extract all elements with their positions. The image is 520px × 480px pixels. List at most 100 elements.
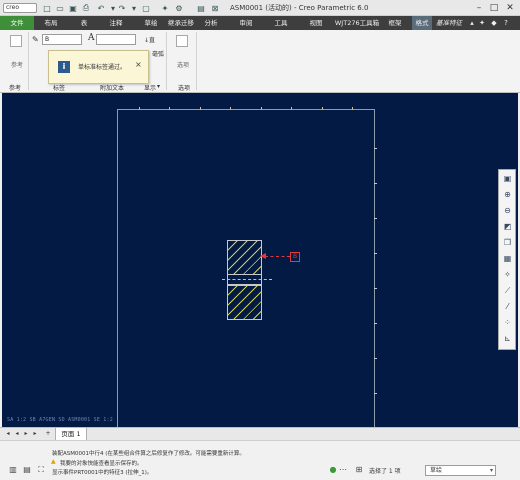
additional-text-input[interactable]	[96, 34, 136, 45]
save-icon[interactable]: ▣	[68, 3, 78, 13]
view-manager-icon[interactable]: ▦	[502, 253, 513, 264]
undo-icon[interactable]: ↶	[96, 3, 106, 13]
sheet-tick	[374, 358, 377, 359]
sheet-tick	[374, 323, 377, 324]
tab-review[interactable]: 审阅	[235, 16, 257, 30]
next-sheet-icon[interactable]: ▸	[22, 429, 30, 439]
tab-view[interactable]: 视图	[305, 16, 327, 30]
tab-file[interactable]: 文件	[0, 16, 34, 30]
reference-group-label: 参考	[9, 85, 22, 92]
graphics-canvas[interactable]: B SA 1:2 SB A7GEN SD ASM0001 SE 1:2	[2, 93, 518, 427]
tooltip-message: 单标准标签通过。	[78, 64, 127, 71]
options-button-label[interactable]: 选项	[177, 60, 189, 69]
redo-icon[interactable]: ↷	[117, 3, 127, 13]
tab-layout[interactable]: 布局	[40, 16, 62, 30]
toggle-navigator-icon[interactable]: ▥	[8, 465, 18, 475]
graphics-toolbar: ▣ ⊕ ⊖ ◩ ❒ ▦ ✧ ⟋ ⁄ ⁘ ⊾	[498, 169, 516, 350]
tab-wjt-toolbox[interactable]: WJT276工具箱	[333, 16, 381, 30]
sheet-tick	[374, 148, 377, 149]
angle-unit: 毫弧	[152, 51, 165, 58]
close-window-icon[interactable]: ⊠	[210, 3, 220, 13]
selection-icon[interactable]: ⊞	[354, 465, 364, 475]
sheet-tick	[374, 253, 377, 254]
display-dropdown-icon[interactable]: ▾	[157, 83, 160, 90]
ribbon-tab-bar: 文件 布局 表 注释 草绘 继承迁移 分析 审阅 工具 视图 WJT276工具箱…	[0, 16, 520, 30]
display-style-icon[interactable]: ❒	[502, 237, 513, 248]
chevron-down-icon: ▾	[489, 467, 493, 474]
open-file-icon[interactable]: ▭	[55, 3, 65, 13]
tab-legacy-migration[interactable]: 继承迁移	[165, 16, 197, 30]
help-icon[interactable]: ?	[502, 19, 510, 27]
warning-icon: ▲	[51, 458, 56, 465]
repaint-icon[interactable]: ◩	[502, 221, 513, 232]
window-title: ASM0001 (活动的) - Creo Parametric 6.0	[230, 4, 369, 12]
zoom-in-icon[interactable]: ⊕	[502, 189, 513, 200]
close-button[interactable]: ✕	[503, 1, 517, 14]
section-view-lower[interactable]	[227, 285, 262, 320]
message-line: 我要的对象快能查看显示保存的。	[60, 461, 143, 467]
maximize-button[interactable]: □	[487, 1, 501, 14]
help-pin-icon[interactable]: ✦	[478, 19, 486, 27]
new-file-icon[interactable]: □	[42, 3, 52, 13]
point-display-icon[interactable]: ⁘	[502, 317, 513, 328]
reference-icon[interactable]	[10, 35, 22, 47]
axis-display-icon[interactable]: ⁄	[502, 301, 513, 312]
minimize-button[interactable]: –	[472, 1, 486, 14]
filter-value: 草绘	[430, 467, 443, 474]
sheet-tick	[169, 107, 170, 110]
title-bar: creo □ ▭ ▣ ⎙ ↶ ▾ ↷ ▾ ▢ ✦ ⚙ ▤ ⊠ ASM0001 (…	[0, 0, 520, 16]
options-group-label: 选项	[178, 85, 191, 92]
toggle-browser-icon[interactable]: ▤	[22, 465, 32, 475]
graduation-icon[interactable]: ◆	[490, 19, 498, 27]
last-sheet-icon[interactable]: ▸	[31, 429, 39, 439]
sheet-tab-bar: ◂ ◂ ▸ ▸ + 页面 1	[0, 427, 520, 441]
window-icon[interactable]: ▢	[141, 3, 151, 13]
tab-format[interactable]: 格式	[412, 16, 432, 30]
tab-analysis[interactable]: 分析	[200, 16, 222, 30]
creo-logo: creo	[3, 3, 37, 13]
label-text-input[interactable]: B	[42, 34, 82, 45]
datum-label-box[interactable]: B	[290, 252, 300, 262]
regen-status-icon[interactable]: ●	[328, 465, 338, 475]
first-sheet-icon[interactable]: ◂	[4, 429, 12, 439]
display-group-label[interactable]: 显示	[144, 83, 156, 92]
additional-text-group-label: 附加文本	[100, 85, 125, 92]
print-icon[interactable]: ⎙	[81, 3, 91, 13]
group-separator	[196, 32, 197, 90]
sheet-tick	[374, 218, 377, 219]
sheet-tick	[261, 107, 262, 110]
fullscreen-icon[interactable]: ⛶	[36, 465, 46, 475]
reference-button-label[interactable]: 参考	[11, 60, 23, 69]
info-icon: i	[58, 61, 70, 73]
sheet-tick	[230, 107, 231, 110]
label-text-value: B	[45, 36, 50, 43]
redo-dropdown-icon[interactable]: ▾	[129, 3, 139, 13]
refit-icon[interactable]: ▣	[502, 173, 513, 184]
csys-display-icon[interactable]: ⊾	[502, 333, 513, 344]
options-icon[interactable]	[176, 35, 188, 47]
tab-frame[interactable]: 框架	[383, 16, 407, 30]
zoom-out-icon[interactable]: ⊖	[502, 205, 513, 216]
regenerate-icon[interactable]: ✦	[160, 3, 170, 13]
prev-sheet-icon[interactable]: ◂	[13, 429, 21, 439]
plane-display-icon[interactable]: ⟋	[502, 285, 513, 296]
tab-annotate[interactable]: 注释	[105, 16, 127, 30]
sheet-tick	[139, 107, 140, 110]
selection-filter-select[interactable]: 草绘 ▾	[425, 465, 496, 476]
tab-sketch[interactable]: 草绘	[140, 16, 162, 30]
datum-display-icon[interactable]: ✧	[502, 269, 513, 280]
ribbon-minimize-icon[interactable]: ▴	[468, 19, 476, 27]
tab-table[interactable]: 表	[76, 16, 92, 30]
tab-tools[interactable]: 工具	[270, 16, 292, 30]
tab-datum-feature[interactable]: 基准特征	[432, 16, 466, 30]
text-direction-control[interactable]: ↓直	[144, 35, 155, 44]
add-sheet-button[interactable]: +	[44, 429, 52, 439]
section-view-upper[interactable]	[227, 240, 262, 275]
tooltip-close-button[interactable]: ×	[135, 60, 142, 69]
selected-count: 选择了 1 项	[369, 468, 401, 475]
group-separator	[28, 32, 29, 90]
message-area: 装配ASM0001中行4 (在某些组合件算之后修复作了修改。可能需要重新计算。 …	[0, 440, 520, 480]
settings-icon[interactable]: ⚙	[174, 3, 184, 13]
message-line: 显示事件PRT0001中的特征3 (拉伸_1)。	[52, 470, 153, 476]
windows-icon[interactable]: ▤	[196, 3, 206, 13]
